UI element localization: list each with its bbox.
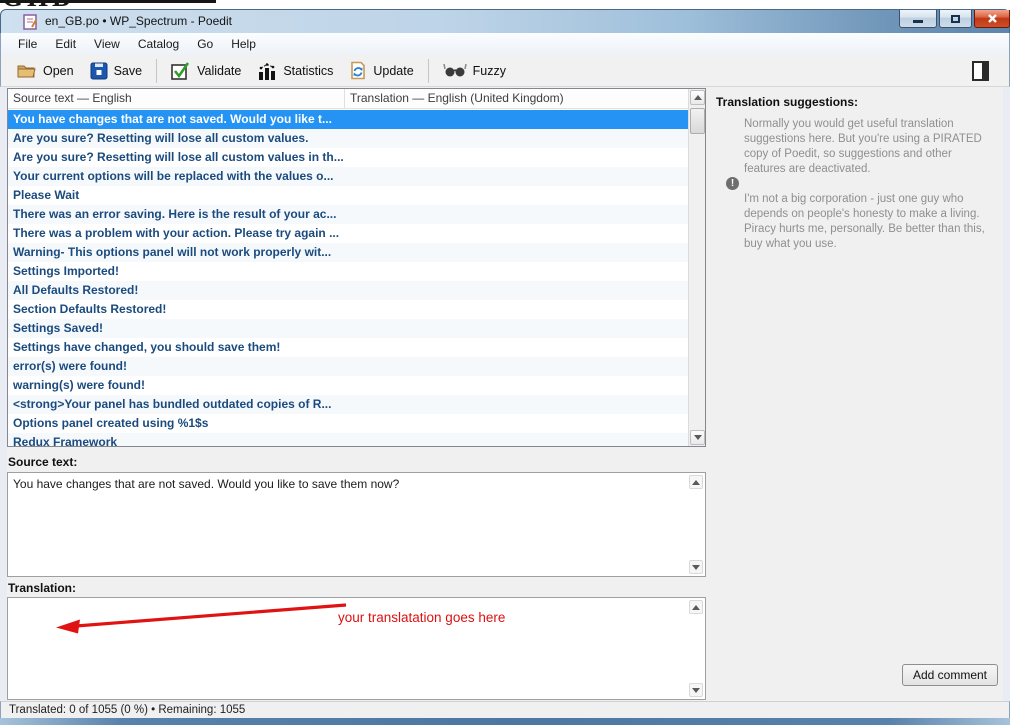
annotation-arrow-icon [48, 600, 358, 634]
window-border-right [1003, 87, 1010, 701]
list-item[interactable]: Warning- This options panel will not wor… [8, 243, 688, 262]
minimize-button[interactable] [899, 10, 937, 28]
menu-go[interactable]: Go [188, 34, 222, 54]
arrow-down-icon [692, 565, 700, 570]
list-item[interactable]: There was a problem with your action. Pl… [8, 224, 688, 243]
scroll-down-button[interactable] [689, 683, 703, 697]
poedit-app-icon [23, 14, 38, 35]
toolbar: Open Save Validate Statistics [0, 55, 1010, 87]
toolbar-separator [156, 59, 157, 83]
suggestions-title: Translation suggestions: [716, 95, 858, 109]
list-item[interactable]: Section Defaults Restored! [8, 300, 688, 319]
statistics-chart-icon [257, 62, 277, 80]
titlebar[interactable]: en_GB.po • WP_Spectrum - Poedit [0, 9, 1010, 33]
list-header: Source text — English Translation — Engl… [8, 89, 688, 109]
list-item[interactable]: Options panel created using %1$s [8, 414, 688, 433]
translation-label: Translation: [8, 581, 76, 595]
artifact-clipped-text: GHB [2, 0, 74, 9]
save-label: Save [114, 64, 143, 78]
menu-catalog[interactable]: Catalog [129, 34, 188, 54]
sidebar-toggle-button[interactable] [972, 61, 989, 86]
source-text-box[interactable]: You have changes that are not saved. Wou… [7, 472, 706, 577]
maximize-icon [951, 15, 960, 23]
annotation-text: your translatation goes here [338, 610, 505, 625]
list-item[interactable]: Redux Framework [8, 433, 688, 446]
save-button[interactable]: Save [82, 58, 151, 84]
list-item[interactable]: There was an error saving. Here is the r… [8, 205, 688, 224]
menu-edit[interactable]: Edit [46, 34, 85, 54]
list-item[interactable]: Settings have changed, you should save t… [8, 338, 688, 357]
statistics-button[interactable]: Statistics [249, 58, 341, 84]
source-text-label: Source text: [8, 455, 77, 469]
suggestions-paragraph-2: I'm not a big corporation - just one guy… [744, 192, 996, 252]
warning-icon: ! [726, 177, 739, 190]
status-text: Translated: 0 of 1055 (0 %) • Remaining:… [9, 704, 245, 716]
menu-view[interactable]: View [85, 34, 129, 54]
add-comment-button[interactable]: Add comment [902, 664, 998, 686]
scroll-up-button[interactable] [689, 475, 703, 489]
menubar: File Edit View Catalog Go Help [0, 33, 1010, 55]
list-item[interactable]: warning(s) were found! [8, 376, 688, 395]
scroll-down-button[interactable] [689, 560, 703, 574]
statistics-label: Statistics [283, 64, 333, 78]
suggestions-paragraph-1: Normally you would get useful translatio… [744, 117, 996, 177]
translation-input[interactable]: your translatation goes here [7, 597, 706, 700]
minimize-icon [913, 20, 923, 23]
list-item[interactable]: <strong>Your panel has bundled outdated … [8, 395, 688, 414]
close-icon [987, 13, 998, 24]
scroll-up-button[interactable] [689, 600, 703, 614]
update-refresh-icon [349, 61, 367, 80]
translation-list: Source text — English Translation — Engl… [7, 88, 706, 447]
list-rows: You have changes that are not saved. Wou… [8, 110, 688, 446]
fuzzy-label: Fuzzy [473, 64, 506, 78]
list-item[interactable]: All Defaults Restored! [8, 281, 688, 300]
toolbar-separator [428, 59, 429, 83]
close-button[interactable] [974, 10, 1010, 28]
list-item[interactable]: You have changes that are not saved. Wou… [8, 110, 688, 129]
sidebar-toggle-icon [972, 61, 989, 81]
fuzzy-glasses-icon [443, 63, 467, 78]
statusbar: Translated: 0 of 1055 (0 %) • Remaining:… [0, 701, 1010, 718]
arrow-down-icon [692, 688, 700, 693]
list-item[interactable]: Your current options will be replaced wi… [8, 167, 688, 186]
scroll-up-button[interactable] [690, 90, 705, 105]
list-item[interactable]: error(s) were found! [8, 357, 688, 376]
update-button[interactable]: Update [341, 57, 421, 84]
open-button[interactable]: Open [9, 59, 82, 83]
scrollbar-thumb[interactable] [690, 108, 705, 134]
source-text-value: You have changes that are not saved. Wou… [13, 477, 683, 492]
arrow-down-icon [694, 435, 702, 440]
open-label: Open [43, 64, 74, 78]
maximize-button[interactable] [939, 10, 972, 28]
list-item[interactable]: Are you sure? Resetting will lose all cu… [8, 129, 688, 148]
validate-button[interactable]: Validate [163, 57, 249, 84]
client-area: Source text — English Translation — Engl… [0, 87, 1010, 701]
list-item[interactable]: Are you sure? Resetting will lose all cu… [8, 148, 688, 167]
column-header-translation[interactable]: Translation — English (United Kingdom) [345, 89, 688, 108]
menu-file[interactable]: File [9, 34, 46, 54]
validate-label: Validate [197, 64, 241, 78]
window-border-bottom [0, 718, 1010, 725]
background-artifact: GHB [0, 0, 1010, 9]
arrow-up-icon [692, 480, 700, 485]
list-item[interactable]: Settings Imported! [8, 262, 688, 281]
arrow-up-icon [694, 95, 702, 100]
arrow-up-icon [692, 605, 700, 610]
list-item[interactable]: Settings Saved! [8, 319, 688, 338]
list-scrollbar[interactable] [688, 89, 705, 446]
fuzzy-button[interactable]: Fuzzy [435, 59, 514, 82]
open-folder-icon [17, 63, 37, 79]
window-title: en_GB.po • WP_Spectrum - Poedit [45, 14, 232, 28]
suggestions-sidebar: Translation suggestions: Normally you wo… [712, 88, 1003, 700]
validate-check-icon [171, 61, 191, 80]
update-label: Update [373, 64, 413, 78]
list-item[interactable]: Please Wait [8, 186, 688, 205]
save-floppy-icon [90, 62, 108, 80]
menu-help[interactable]: Help [222, 34, 265, 54]
column-header-source[interactable]: Source text — English [8, 89, 345, 108]
scroll-down-button[interactable] [690, 430, 705, 445]
window-border-left [0, 87, 7, 701]
